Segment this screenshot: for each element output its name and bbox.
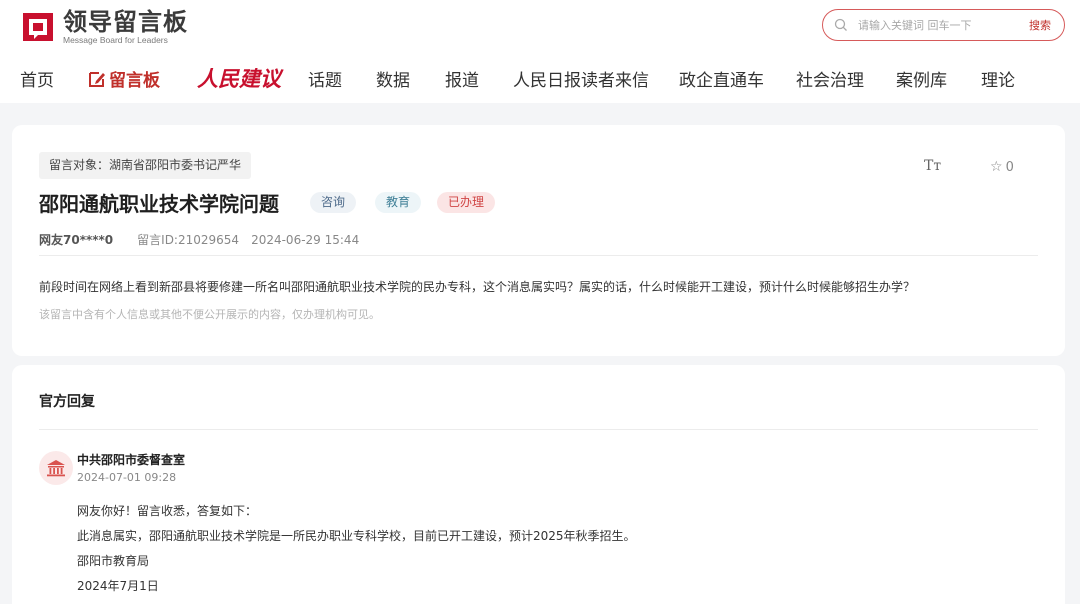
favorite-count: 0: [1005, 159, 1014, 175]
nav-item-reader-letters[interactable]: 人民日报读者来信: [513, 66, 649, 91]
divider: [39, 255, 1038, 256]
government-building-icon: [39, 451, 73, 485]
nav-item-reports[interactable]: 报道: [445, 66, 479, 91]
search-box: 搜索: [822, 9, 1065, 41]
site-logo[interactable]: 领导留言板 Message Board for Leaders: [20, 9, 188, 45]
reply-line: 2024年7月1日: [77, 579, 159, 593]
search-input[interactable]: [858, 16, 1018, 34]
nav-item-people-suggestion[interactable]: 人民建议: [197, 63, 281, 93]
status-badge: 已办理: [437, 192, 496, 213]
message-time: 2024-06-29 15:44: [251, 233, 360, 247]
people-suggestion-label: 人民建议: [197, 66, 281, 91]
favorite-button[interactable]: ☆ 0: [990, 159, 1014, 175]
privacy-note: 该留言中含有个人信息或其他不便公开展示的内容，仅办理机构可见。: [39, 308, 380, 321]
reply-line: 邵阳市教育局: [77, 554, 150, 568]
tag-consult: 咨询: [310, 192, 357, 213]
message-title: 邵阳通航职业技术学院问题: [39, 192, 279, 216]
nav-item-message-board-label: 留言板: [109, 71, 160, 91]
logo-title: 领导留言板: [63, 7, 188, 36]
nav-item-gov-enterprise[interactable]: 政企直通车: [679, 66, 764, 91]
star-icon: ☆: [990, 159, 1003, 175]
nav-item-case-library[interactable]: 案例库: [896, 66, 947, 91]
reply-line: 此消息属实，邵阳通航职业技术学院是一所民办职业专科学校，目前已开工建设，预计20…: [77, 529, 636, 543]
nav-item-message-board[interactable]: 留言板: [88, 66, 160, 91]
author-name: 网友70****0: [39, 233, 114, 247]
nav-item-data[interactable]: 数据: [376, 66, 410, 91]
nav-item-theory[interactable]: 理论: [981, 66, 1015, 91]
tag-education: 教育: [375, 192, 422, 213]
message-meta: 网友70****0 留言ID:21029654 2024-06-29 15:44: [39, 231, 359, 248]
reply-org-name: 中共邵阳市委督查室: [77, 453, 186, 467]
search-icon: [834, 18, 847, 31]
divider: [39, 429, 1038, 430]
message-card: 留言对象：湖南省邵阳市委书记严华 Tт ☆ 0 邵阳通航职业技术学院问题 咨询 …: [12, 125, 1065, 356]
site-header: 领导留言板 Message Board for Leaders 搜索 首页 留言…: [0, 0, 1080, 103]
main-nav: 首页 留言板 人民建议 话题 数据 报道 人民日报读者来信 政企直通车 社会治理…: [0, 63, 1080, 93]
official-reply-card: 官方回复 中共邵阳市委督查室 2024-07-01 09:28 网友你好！留言收…: [12, 365, 1065, 604]
font-size-icon[interactable]: Tт: [924, 158, 941, 174]
nav-item-social-governance[interactable]: 社会治理: [796, 66, 864, 91]
message-board-pen-icon: [89, 72, 105, 87]
reply-line: 网友你好！留言收悉，答复如下：: [77, 504, 258, 518]
nav-item-home[interactable]: 首页: [20, 66, 54, 91]
message-body: 前段时间在网络上看到新邵县将要修建一所名叫邵阳通航职业技术学院的民办专科，这个消…: [39, 280, 916, 294]
message-target: 留言对象：湖南省邵阳市委书记严华: [39, 152, 252, 179]
reply-time: 2024-07-01 09:28: [77, 471, 177, 484]
nav-item-topics[interactable]: 话题: [308, 66, 342, 91]
search-button[interactable]: 搜索: [1029, 17, 1051, 33]
message-id: 留言ID:21029654: [137, 233, 240, 247]
logo-subtitle: Message Board for Leaders: [63, 34, 168, 45]
reply-heading: 官方回复: [39, 394, 95, 410]
logo-mark-icon: [20, 10, 56, 44]
